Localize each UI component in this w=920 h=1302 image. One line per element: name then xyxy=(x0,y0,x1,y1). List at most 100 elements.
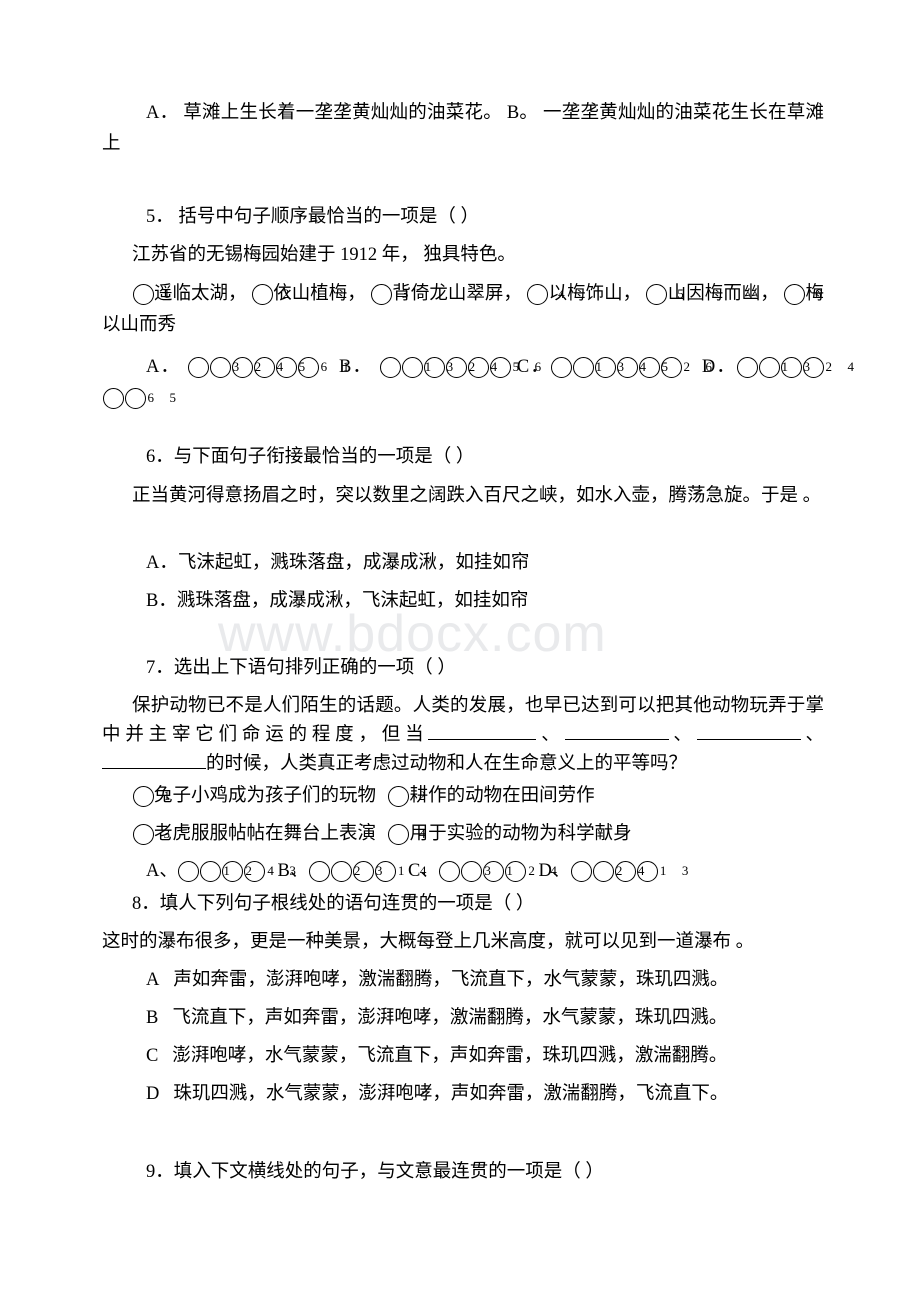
circled-number: 4 xyxy=(374,861,426,882)
q8-option-c-label: C xyxy=(146,1046,159,1066)
q7-items-line-1: 1兔子小鸡成为孩子们的玩物 2耕作的动物在田间劳作 xyxy=(102,781,824,812)
circled-number: 5 xyxy=(646,284,684,305)
q5-passage: 江苏省的无锡梅园始建于 1912 年， 独具特色。 xyxy=(132,245,516,265)
q8-option-b[interactable]: B 飞流直下，声如奔雷，澎湃咆哮，激湍翻腾，水气蒙蒙，珠玑四溅。 xyxy=(102,1003,824,1034)
q5-item: 1遥临太湖， xyxy=(132,284,247,305)
circled-number: 4 xyxy=(222,861,274,882)
q5-item: 3背倚龙山翠屏， xyxy=(370,284,522,305)
q7-stem: 7．选出上下语句排列正确的一项（ ） xyxy=(146,658,456,678)
circled-number: 6 xyxy=(102,388,154,409)
q7-answer-a[interactable]: A、 1 2 4 3 xyxy=(146,861,296,882)
q5-stem: 5． 括号中句子顺序最恰当的一项是（ ） xyxy=(146,207,480,227)
q7-item: 4用于实验的动物为科学献身 xyxy=(388,824,632,845)
circled-number: 3 xyxy=(370,284,408,305)
circled-number: 2 xyxy=(388,786,426,807)
circled-number: 5 xyxy=(616,357,668,378)
circled-number: 2 xyxy=(308,861,360,882)
q7-answer-b[interactable]: B、 2 3 1 4 xyxy=(278,861,426,882)
circled-number: 3 xyxy=(132,824,170,845)
circled-number: 2 xyxy=(423,357,475,378)
q7-item: 2耕作的动物在田间劳作 xyxy=(388,786,595,807)
q6-stem: 6．与下面句子衔接最恰当的一项是（ ） xyxy=(146,447,475,467)
circled-number: 2 xyxy=(780,357,832,378)
circled-number: 3 xyxy=(244,861,296,882)
circled-number: 4 xyxy=(527,284,565,305)
q5-answer-a[interactable]: A． 3 2 4 5 6 1 xyxy=(146,357,349,378)
q7-answer-d[interactable]: D、 2 4 1 3 xyxy=(538,861,688,882)
q7-passage: 保护动物已不是人们陌生的话题。人类的发展，也早已达到可以把其他动物玩弄于掌中并主… xyxy=(102,696,824,774)
q5-item: 5山因梅而幽， xyxy=(646,284,779,305)
circled-number: 1 xyxy=(297,357,349,378)
circled-number: 6 xyxy=(275,357,327,378)
q7-answer-c[interactable]: C、 3 1 2 4 xyxy=(408,861,557,882)
q7-blank-1[interactable] xyxy=(428,739,537,740)
q8-option-c-text: 澎湃咆哮，水气蒙蒙，飞流直下，声如奔雷，珠玑四溅，激湍翻腾。 xyxy=(172,1046,728,1066)
circled-number: 3 xyxy=(187,357,239,378)
circled-number: 2 xyxy=(638,357,690,378)
q7-blank-2[interactable] xyxy=(564,739,669,740)
q8-option-a-label: A xyxy=(146,970,160,990)
q7-item: 3老虎服服帖帖在舞台上表演 xyxy=(132,824,376,845)
q7-items-line-2: 3老虎服服帖帖在舞台上表演 4用于实验的动物为科学献身 xyxy=(102,819,824,850)
circled-number: 6 xyxy=(783,284,821,305)
circled-number: 4 xyxy=(505,861,557,882)
circled-number: 1 xyxy=(132,284,170,305)
q8-option-a-text: 声如奔雷，澎湃咆哮，激湍翻腾，飞流直下，水气蒙蒙，珠玑四溅。 xyxy=(173,970,729,990)
q7-answers: A、 1 2 4 3 B、 2 3 1 4 C、 3 1 2 4 D、 2 4 1 3 xyxy=(102,856,824,887)
q6-option-b[interactable]: B．溅珠落盘，成瀑成湫，飞沫起虹，如挂如帘 xyxy=(102,586,824,617)
q8-passage: 这时的瀑布很多，更是一种美景，大概每登上几米高度，就可以见到一道瀑布 。 xyxy=(102,932,755,952)
q8-option-a[interactable]: A 声如奔雷，澎湃咆哮，激湍翻腾，飞流直下，水气蒙蒙，珠玑四溅。 xyxy=(102,965,824,996)
q8-option-d-text: 珠玑四溅，水气蒙蒙，澎湃咆哮，声如奔雷，激湍翻腾，飞流直下。 xyxy=(173,1084,729,1104)
circled-number: 2 xyxy=(570,861,622,882)
q6-passage: 正当黄河得意扬眉之时，突以数里之阔跌入百尺之峡，如水入壶，腾荡急旋。于是 。 xyxy=(132,486,822,506)
circled-number: 3 xyxy=(401,357,453,378)
circled-number: 4 xyxy=(388,824,426,845)
q8-option-b-label: B xyxy=(146,1008,159,1028)
circled-number: 6 xyxy=(660,357,712,378)
circled-number: 6 xyxy=(489,357,541,378)
q7-blank-4[interactable] xyxy=(102,768,206,769)
circled-number: 5 xyxy=(467,357,519,378)
circled-number: 4 xyxy=(594,357,646,378)
document-page: www.bdocx.com A． 草滩上生长着一垄垄黄灿灿的油菜花。 B。 一垄… xyxy=(0,0,920,1302)
circled-number: 1 xyxy=(736,357,788,378)
circled-number: 2 xyxy=(200,861,252,882)
circled-number: 3 xyxy=(758,357,810,378)
q9-stem: 9．填入下文横线处的句子，与文意最连贯的一项是（ ） xyxy=(146,1162,604,1182)
circled-number: 1 xyxy=(352,861,404,882)
circled-number: 3 xyxy=(572,357,624,378)
q4-options-line: A． 草滩上生长着一垄垄黄灿灿的油菜花。 B。 一垄垄黄灿灿的油菜花生长在草滩上 xyxy=(102,103,824,154)
circled-number: 1 xyxy=(132,786,170,807)
q5-answers: A． 3 2 4 5 6 1 B． 1 3 2 4 5 6 C． 1 3 4 5 2 6 D． 1 3 2 46 5 xyxy=(102,352,854,414)
q6-option-a[interactable]: A．飞沫起虹，溅珠落盘，成瀑成湫，如挂如帘 xyxy=(102,548,824,579)
circled-number: 3 xyxy=(330,861,382,882)
circled-number: 4 xyxy=(802,357,854,378)
q8-stem: 8．填人下列句子根线处的语句连贯的一项是（ ） xyxy=(132,894,535,914)
q8-option-b-text: 飞流直下，声如奔雷，澎湃咆哮，激湍翻腾，水气蒙蒙，珠玑四溅。 xyxy=(172,1008,728,1028)
circled-number: 1 xyxy=(461,861,513,882)
q5-item: 4以梅饰山， xyxy=(527,284,641,305)
circled-number: 4 xyxy=(445,357,497,378)
q5-items: 1遥临太湖， 2依山植梅， 3背倚龙山翠屏， 4以梅饰山， 5山因梅而幽， 6梅… xyxy=(102,279,824,341)
circled-number: 2 xyxy=(209,357,261,378)
circled-number: 1 xyxy=(614,861,666,882)
q5-answer-c[interactable]: C． 1 3 4 5 2 6 xyxy=(517,357,712,378)
circled-number: 1 xyxy=(178,861,230,882)
circled-number: 1 xyxy=(379,357,431,378)
circled-number: 1 xyxy=(550,357,602,378)
circled-number: 3 xyxy=(439,861,491,882)
q7-item: 1兔子小鸡成为孩子们的玩物 xyxy=(132,786,376,807)
circled-number: 4 xyxy=(592,861,644,882)
q5-item: 2依山植梅， xyxy=(251,284,366,305)
q8-option-d-label: D xyxy=(146,1084,160,1104)
q8-option-c[interactable]: C 澎湃咆哮，水气蒙蒙，飞流直下，声如奔雷，珠玑四溅，激湍翻腾。 xyxy=(102,1041,824,1072)
circled-number: 2 xyxy=(251,284,289,305)
circled-number: 3 xyxy=(636,861,688,882)
circled-number: 5 xyxy=(253,357,305,378)
circled-number: 4 xyxy=(231,357,283,378)
q7-blank-3[interactable] xyxy=(696,739,801,740)
circled-number: 5 xyxy=(124,388,176,409)
q8-option-d[interactable]: D 珠玑四溅，水气蒙蒙，澎湃咆哮，声如奔雷，激湍翻腾，飞流直下。 xyxy=(102,1079,824,1110)
circled-number: 2 xyxy=(483,861,535,882)
q5-answer-b[interactable]: B． 1 3 2 4 5 6 xyxy=(339,357,541,378)
